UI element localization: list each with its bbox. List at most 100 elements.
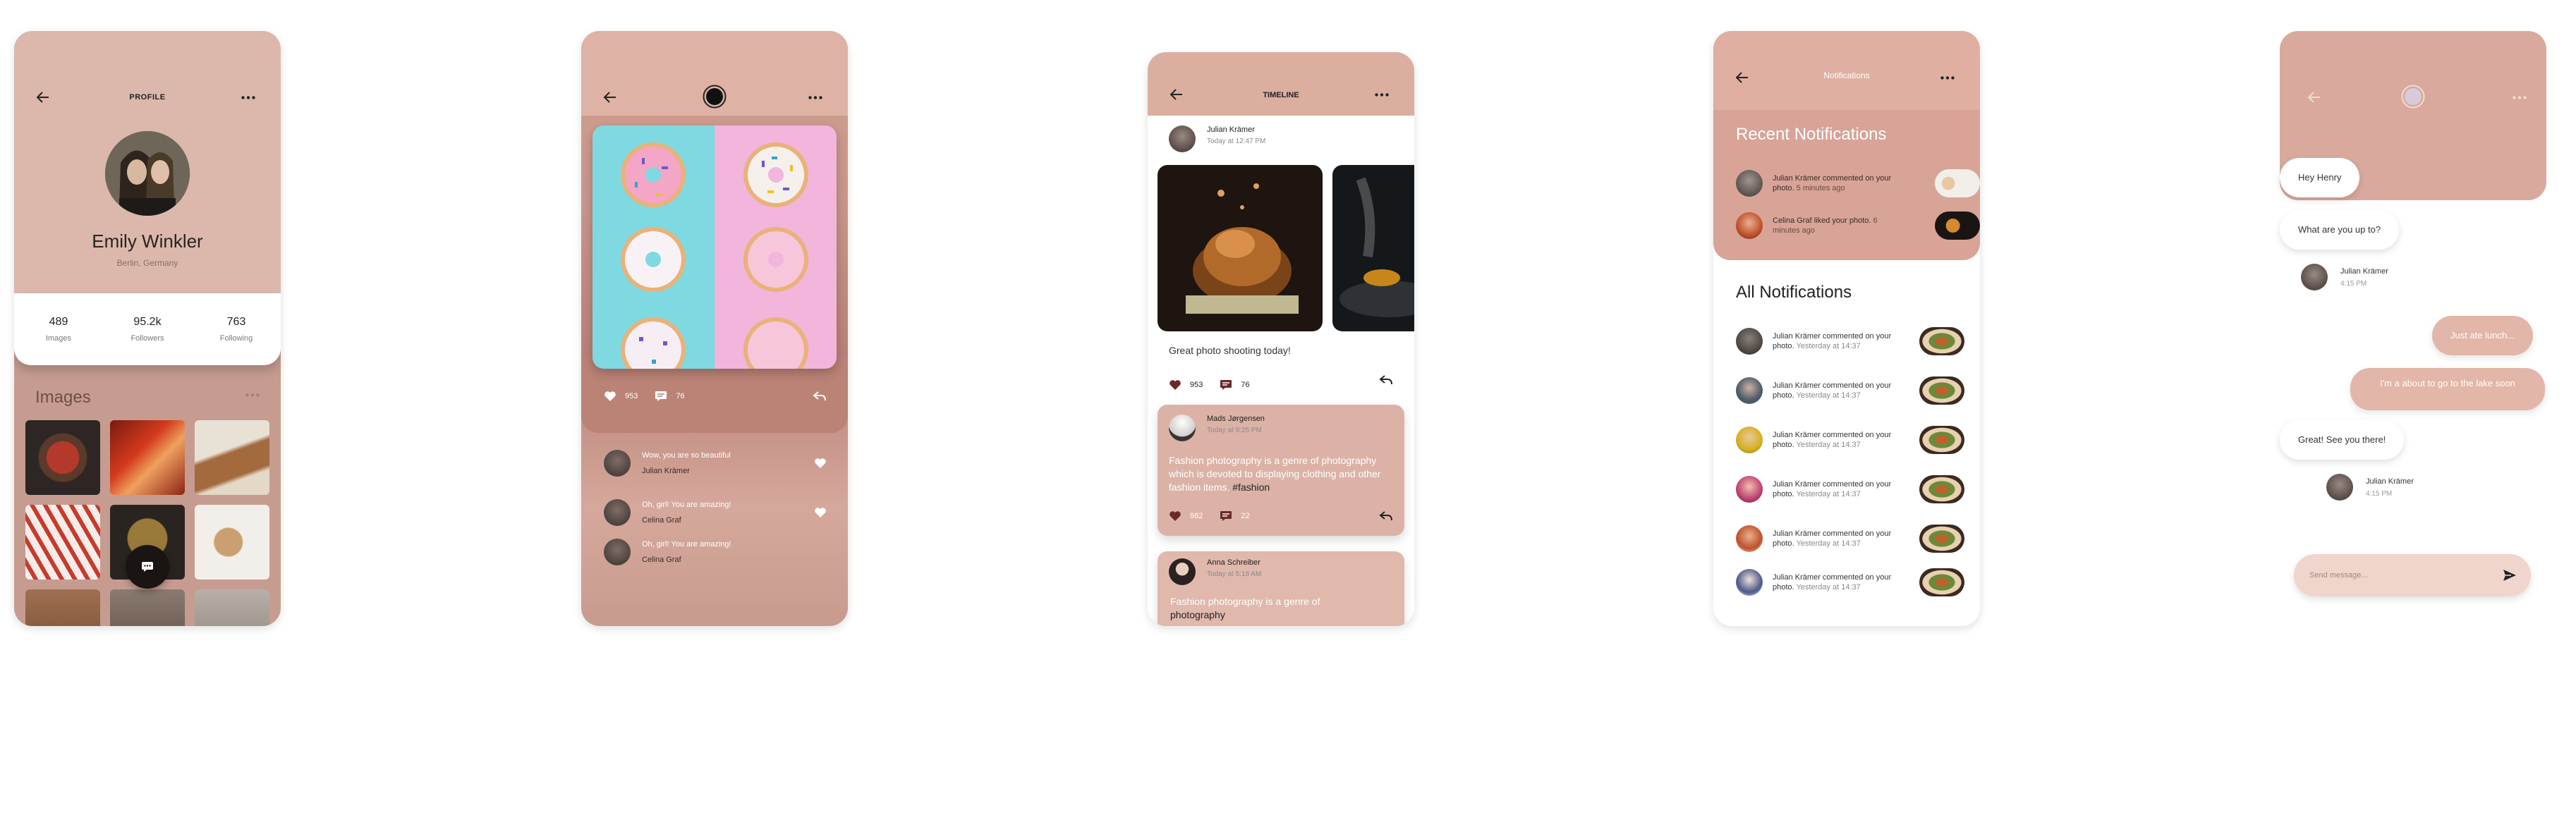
post-image[interactable] <box>1332 165 1414 331</box>
comment-icon[interactable] <box>655 391 667 402</box>
heart-icon[interactable] <box>1169 379 1181 391</box>
comment-author: Celina Graf <box>642 556 681 564</box>
message-sender: Julian Krämer 4:15 PM <box>2301 264 2388 290</box>
notification-item[interactable]: Julian Krämer commented on your photo. Y… <box>1736 376 1980 405</box>
heart-icon[interactable] <box>604 391 616 402</box>
post-time: Today at 5:18 AM <box>1207 570 1262 578</box>
sender-name: Julian Krämer <box>2366 477 2414 486</box>
avatar[interactable] <box>2326 474 2353 501</box>
comments-count: 76 <box>1241 381 1250 389</box>
message-bubble-outgoing[interactable]: Just ate lunch... <box>2432 316 2534 355</box>
message-bubble-incoming[interactable]: What are you up to? <box>2280 210 2400 250</box>
profile-screen: PROFILE Emily Winkler Berlin, Germany 48… <box>14 31 281 626</box>
post-caption: Great photo shooting today! <box>1169 345 1291 356</box>
grid-image[interactable] <box>110 420 185 495</box>
grid-image[interactable] <box>110 589 185 626</box>
text-post[interactable]: Anna Schreiber Today at 5:18 AM Fashion … <box>1158 551 1404 626</box>
heart-icon[interactable] <box>814 507 827 518</box>
likes-count: 953 <box>1190 381 1203 389</box>
stat-followers[interactable]: 95.2k Followers <box>103 293 192 365</box>
notification-text: Celina Graf liked your photo. <box>1773 216 1871 225</box>
post-text: Fashion photography is a genre of photog… <box>1169 454 1395 494</box>
likes-count: 953 <box>625 392 638 400</box>
grid-image[interactable] <box>195 589 269 626</box>
grid-image[interactable] <box>195 420 269 495</box>
notification-thumbnail <box>1919 525 1964 553</box>
timeline-header <box>1148 52 1414 116</box>
message-bubble-outgoing[interactable]: I'm a about to go to the lake soon <box>2350 368 2545 410</box>
avatar[interactable] <box>2401 85 2425 109</box>
heart-icon[interactable] <box>814 458 827 469</box>
avatar[interactable] <box>604 539 631 565</box>
notification-item[interactable]: Julian Krämer commented on your photo. Y… <box>1736 327 1980 355</box>
more-icon[interactable] <box>2513 96 2527 99</box>
notification-thumbnail <box>1919 568 1964 596</box>
back-arrow-icon[interactable] <box>2308 92 2321 103</box>
notification-item[interactable]: Julian Krämer commented on your photo. Y… <box>1736 525 1980 553</box>
message-bubble-incoming[interactable]: Great! See you there! <box>2280 420 2405 460</box>
more-icon[interactable] <box>241 96 255 99</box>
avatar[interactable] <box>2301 264 2328 290</box>
comment-icon[interactable] <box>1220 379 1232 391</box>
message-bubble-incoming[interactable]: Hey Henry <box>2280 158 2360 197</box>
notifications-screen: Notifications Recent Notifications Julia… <box>1713 31 1980 626</box>
more-icon[interactable] <box>245 393 260 397</box>
post-author: Julian Krämer Today at 12:47 PM <box>1169 125 1284 152</box>
avatar <box>1736 170 1763 197</box>
notification-item[interactable]: Julian Krämer commented on your photo. Y… <box>1736 568 1980 596</box>
more-icon[interactable] <box>1940 76 1955 80</box>
message-input[interactable] <box>2309 568 2493 582</box>
text-post[interactable]: Mads Jørgensen Today at 9:26 PM Fashion … <box>1158 405 1404 536</box>
comment-item: Oh, girl! You are amazing! Celina Graf <box>604 499 827 526</box>
notification-thumbnail <box>1935 169 1980 197</box>
notification-item[interactable]: Julian Krämer commented on your photo. Y… <box>1736 475 1980 503</box>
stat-label: Following <box>219 334 253 343</box>
avatar <box>1736 476 1763 503</box>
avatar[interactable] <box>1169 415 1196 441</box>
more-icon[interactable] <box>1375 93 1389 97</box>
post-time: Today at 12:47 PM <box>1207 137 1266 145</box>
avatar[interactable] <box>1169 125 1196 152</box>
more-icon[interactable] <box>808 96 822 99</box>
avatar[interactable] <box>604 450 631 477</box>
timeline-screen: TIMELINE Julian Krämer Today at 12:47 PM… <box>1148 52 1414 626</box>
stats-card: 489 Images 95.2k Followers 763 Following <box>14 293 281 365</box>
avatar[interactable] <box>105 131 190 216</box>
stat-images[interactable]: 489 Images <box>14 293 103 365</box>
reply-icon[interactable] <box>1379 510 1393 522</box>
post-author: Anna Schreiber Today at 5:18 AM <box>1169 558 1261 585</box>
post-image[interactable] <box>1158 165 1323 331</box>
post-time: Today at 9:26 PM <box>1207 427 1262 434</box>
heart-icon[interactable] <box>1169 510 1181 522</box>
chat-button[interactable] <box>126 545 169 589</box>
avatar <box>1736 328 1763 355</box>
avatar <box>1736 569 1763 596</box>
grid-image[interactable] <box>25 420 100 495</box>
comments-count: 22 <box>1241 512 1250 520</box>
post-image[interactable] <box>593 125 837 369</box>
stat-following[interactable]: 763 Following <box>192 293 281 365</box>
message-time: 4:15 PM <box>2366 489 2393 498</box>
reply-icon[interactable] <box>1379 374 1393 386</box>
comment-item: Wow, you are so beautiful Julian Krämer <box>604 450 827 477</box>
avatar[interactable] <box>604 499 631 526</box>
grid-image[interactable] <box>25 589 100 626</box>
reply-icon[interactable] <box>813 391 827 402</box>
notification-time: Yesterday at 14:37 <box>1796 583 1861 592</box>
stat-value: 95.2k <box>133 316 162 328</box>
comment-icon[interactable] <box>1220 510 1232 522</box>
back-arrow-icon[interactable] <box>604 92 616 103</box>
grid-image[interactable] <box>25 505 100 580</box>
avatar[interactable] <box>1169 558 1196 585</box>
send-icon[interactable] <box>2503 569 2517 582</box>
notification-thumbnail <box>1919 475 1964 503</box>
notification-item[interactable]: Julian Krämer commented on your photo. 5… <box>1736 169 1980 197</box>
avatar <box>1736 377 1763 404</box>
grid-image[interactable] <box>195 505 269 580</box>
hashtag[interactable]: #fashion <box>1232 482 1270 493</box>
notification-item[interactable]: Celina Graf liked your photo. 6 minutes … <box>1736 212 1980 240</box>
notification-item[interactable]: Julian Krämer commented on your photo. Y… <box>1736 426 1980 454</box>
comment-text: Oh, girl! You are amazing! <box>642 501 731 509</box>
comments-count: 76 <box>676 392 685 400</box>
camera-record-icon[interactable] <box>703 85 727 109</box>
